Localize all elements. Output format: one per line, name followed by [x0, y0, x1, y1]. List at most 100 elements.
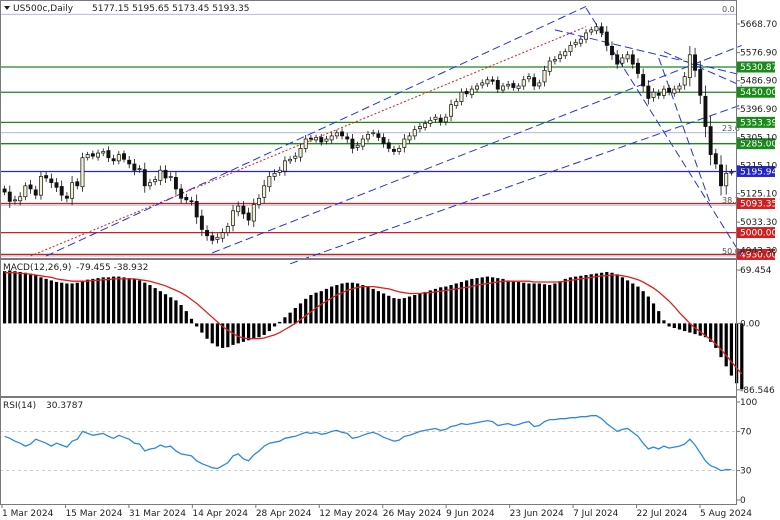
bear-candle	[33, 189, 38, 196]
macd-bar	[101, 277, 105, 324]
macd-bar	[210, 323, 214, 344]
bear-candle	[495, 80, 500, 90]
bear-candle	[381, 137, 386, 145]
bear-candle	[210, 235, 215, 241]
bear-candle	[246, 212, 251, 221]
bull-candle	[220, 232, 225, 239]
bear-candle	[438, 117, 443, 123]
bull-candle	[70, 182, 75, 199]
level-label: 5353.39	[740, 118, 777, 128]
bear-candle	[708, 126, 713, 155]
macd-tick-label: -86.546	[740, 386, 775, 396]
macd-bar	[205, 323, 209, 339]
macd-bar	[724, 323, 728, 367]
bull-candle	[423, 123, 428, 128]
bear-candle	[49, 178, 54, 184]
macd-bar	[319, 291, 323, 324]
bear-candle	[75, 181, 80, 187]
bear-candle	[44, 175, 49, 179]
macd-bar	[324, 288, 329, 324]
bull-candle	[449, 104, 454, 117]
macd-bar	[304, 298, 308, 324]
macd-bar	[589, 274, 593, 324]
macd-bar	[267, 323, 271, 332]
macd-bar	[683, 323, 687, 332]
bear-candle	[635, 62, 640, 74]
bear-candle	[54, 182, 59, 188]
bear-candle	[713, 153, 718, 165]
bear-candle	[28, 184, 33, 190]
macd-bar	[13, 271, 17, 324]
bull-candle	[485, 79, 490, 85]
bull-candle	[547, 60, 552, 72]
bull-candle	[480, 82, 485, 86]
macd-bar	[449, 285, 453, 324]
macd-bar	[579, 275, 583, 324]
bear-candle	[340, 131, 345, 137]
bear-candle	[610, 46, 614, 56]
macd-bar	[625, 280, 630, 324]
bull-candle	[225, 226, 230, 233]
rsi-value: 30.3787	[46, 401, 83, 411]
macd-bar	[236, 323, 240, 344]
fib-level-label: 38.2	[722, 196, 740, 205]
macd-bar	[620, 277, 624, 324]
macd-bar	[631, 283, 635, 324]
bull-candle	[267, 176, 272, 188]
bear-candle	[132, 163, 137, 171]
bull-candle	[366, 133, 370, 140]
bear-candle	[184, 197, 189, 201]
macd-bar	[241, 323, 246, 342]
macd-bar	[563, 278, 567, 324]
bull-candle	[537, 82, 542, 87]
bear-candle	[630, 54, 635, 65]
bull-candle	[360, 138, 365, 147]
price-tick-label: 5215.10	[740, 162, 777, 172]
macd-bar	[740, 323, 744, 390]
bull-candle	[334, 132, 339, 137]
bear-candle	[615, 54, 620, 65]
bull-candle	[672, 88, 677, 94]
macd-bar	[444, 286, 448, 324]
bull-candle	[594, 26, 599, 32]
bull-candle	[651, 91, 656, 98]
bear-candle	[199, 215, 204, 230]
level-label: 5530.87	[740, 63, 777, 73]
macd-bar	[179, 304, 183, 324]
bull-candle	[147, 182, 152, 187]
bear-candle	[106, 150, 111, 159]
macd-bar	[117, 276, 121, 324]
bear-candle	[532, 77, 537, 87]
bear-candle	[319, 137, 324, 143]
macd-bar	[366, 286, 370, 324]
bull-candle	[454, 101, 459, 106]
macd-bar	[356, 283, 360, 324]
macd-bar	[729, 323, 734, 376]
macd-bar	[490, 277, 495, 324]
bull-candle	[324, 138, 329, 142]
bull-candle	[677, 85, 682, 90]
bull-candle	[407, 135, 412, 141]
bull-candle	[13, 199, 17, 202]
bull-candle	[412, 129, 417, 137]
macd-bar	[532, 283, 536, 324]
bull-candle	[293, 155, 298, 159]
bull-candle	[573, 41, 578, 45]
bear-candle	[2, 188, 7, 193]
price-tick-label: 5576.90	[740, 49, 777, 59]
time-tick-label: 26 May 2024	[383, 509, 442, 519]
macd-bar	[75, 282, 79, 324]
bull-candle	[625, 54, 630, 60]
bear-candle	[59, 186, 64, 196]
rsi-tick-label: 70	[740, 427, 752, 437]
macd-bar	[636, 286, 640, 324]
time-tick-label: 12 May 2024	[319, 509, 378, 519]
bull-candle	[469, 88, 474, 96]
macd-bar	[574, 276, 578, 324]
bear-candle	[179, 188, 184, 199]
bear-candle	[698, 69, 703, 96]
ohlc-values: 5177.15 5195.65 5173.45 5193.35	[92, 4, 249, 14]
macd-bar	[288, 312, 292, 324]
macd-bar	[195, 323, 199, 327]
time-tick-label: 9 Jun 2024	[446, 509, 495, 519]
